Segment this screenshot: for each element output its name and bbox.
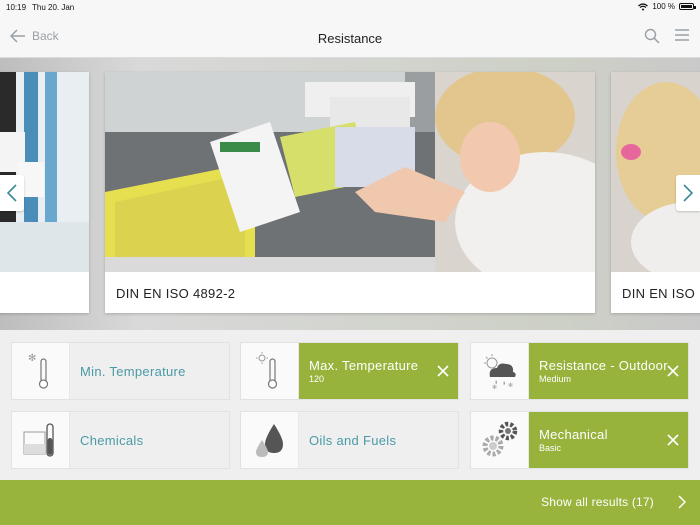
status-bar: 10:19 Thu 20. Jan 100 % [0,0,700,14]
filter-label: Min. Temperature [80,363,186,379]
show-results-button[interactable]: Show all results (17) [541,495,654,509]
navigation-bar: Back Resistance [0,14,700,58]
svg-text:✻: ✻ [492,384,497,391]
drops-icon [241,412,299,468]
card-label: DIN EN ISO [622,286,696,301]
close-icon[interactable] [666,364,680,378]
filter-chemicals[interactable]: Chemicals [11,411,230,469]
svg-text:✻: ✻ [28,353,36,364]
sun-thermometer-icon [241,343,299,399]
filter-mechanical[interactable]: Mechanical Basic [470,411,689,469]
filter-max-temperature[interactable]: Max. Temperature 120 [240,342,459,400]
menu-icon[interactable] [674,28,690,42]
battery-percent: 100 % [652,2,675,11]
gears-icon [471,412,529,468]
show-results-bar[interactable]: Show all results (17) [0,480,700,525]
svg-text:✻: ✻ [508,382,513,389]
filter-label: Chemicals [80,432,144,448]
snow-thermometer-icon: ✻ [12,343,70,399]
weather-icon: ✻ ✻ [471,343,529,399]
image-carousel[interactable]: DIN EN ISO 4892-2 DIN EN ISO [0,58,700,330]
test-tube-icon [12,412,70,468]
wifi-icon [638,2,649,10]
chevron-right-icon [678,495,686,509]
page-title: Resistance [317,31,383,46]
carousel-card-current[interactable]: DIN EN ISO 4892-2 [105,72,595,313]
filter-oils-and-fuels[interactable]: Oils and Fuels [240,411,459,469]
card-image [611,72,700,272]
chevron-right-icon [683,184,693,202]
status-time: 10:19 [6,3,27,12]
card-label: DIN EN ISO 4892-2 [116,286,236,301]
carousel-previous-button[interactable] [0,175,24,211]
status-date: Thu 20. Jan [32,3,75,12]
card-image [0,72,89,272]
search-icon[interactable] [644,28,660,44]
close-icon[interactable] [666,433,680,447]
card-image [105,72,595,272]
battery-icon [679,3,696,10]
filter-grid: ✻ Min. Temperature Max. Temperature 120 [0,330,700,480]
chevron-left-icon [7,184,17,202]
status-right: 100 % [638,2,696,11]
filter-label: Oils and Fuels [309,432,397,448]
close-icon[interactable] [436,364,450,378]
filter-resistance-outdoor[interactable]: ✻ ✻ Resistance - Outdoor Medium [470,342,689,400]
filter-min-temperature[interactable]: ✻ Min. Temperature [11,342,230,400]
carousel-next-button[interactable] [676,175,700,211]
